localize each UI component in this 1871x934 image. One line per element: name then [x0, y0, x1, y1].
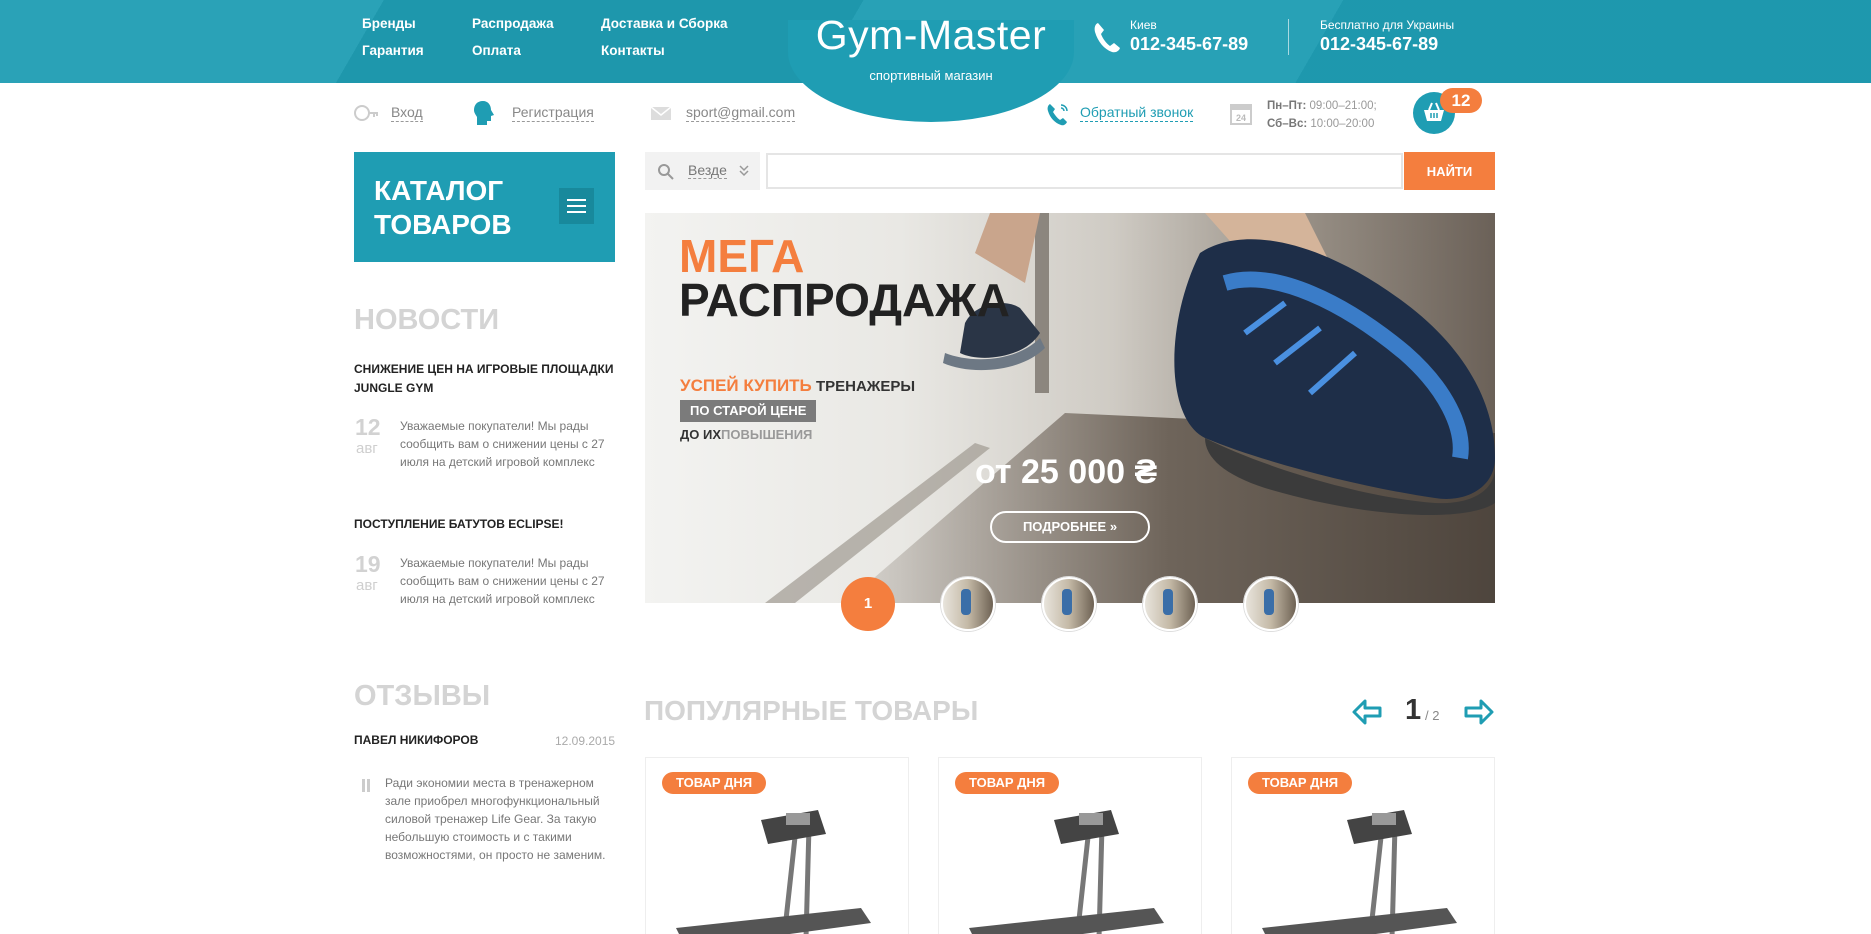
popular-pager: 1 / 2: [1351, 692, 1496, 732]
review-text: Ради экономии места в тренажерном зале п…: [385, 776, 606, 862]
phone-icon: [1094, 23, 1120, 53]
phone-number[interactable]: 012-345-67-89: [1130, 34, 1248, 55]
review-date: 12.09.2015: [555, 734, 616, 748]
nav-delivery[interactable]: Доставка и Сборка: [601, 16, 728, 31]
header-divider: [1288, 19, 1289, 55]
nav-brands[interactable]: Бренды: [362, 16, 416, 31]
banner-sale: РАСПРОДАЖА: [679, 274, 1011, 326]
logo-subtitle: спортивный магазин: [869, 68, 993, 83]
key-icon: [354, 105, 378, 121]
catalog-title: КАТАЛОГ ТОВАРОВ: [374, 175, 512, 240]
news-month: авг: [356, 440, 378, 457]
phone-city: Киев: [1130, 18, 1157, 32]
product-card[interactable]: ТОВАР ДНЯ: [1231, 757, 1495, 934]
news-title: НОВОСТИ: [354, 304, 500, 336]
pager-total: / 2: [1425, 708, 1440, 723]
free-call-label: Бесплатно для Украины: [1320, 18, 1455, 32]
banner-hurry-line: УСПЕЙ КУПИТЬ ТРЕНАЖЕРЫ: [680, 376, 916, 395]
nav-warranty[interactable]: Гарантия: [362, 43, 424, 58]
nav-payment[interactable]: Оплата: [472, 43, 521, 58]
review-author: ПАВЕЛ НИКИФОРОВ: [354, 733, 479, 747]
free-phone-number[interactable]: 012-345-67-89: [1320, 34, 1438, 55]
quote-icon: [362, 779, 371, 792]
user-head-icon: [474, 101, 494, 125]
hamburger-icon[interactable]: [559, 188, 594, 224]
login-link[interactable]: Вход: [391, 104, 423, 122]
search-scope-select[interactable]: Везде: [645, 152, 760, 190]
nav-contacts[interactable]: Контакты: [601, 43, 665, 58]
news-headline[interactable]: СНИЖЕНИЕ ЦЕН НА ИГРОВЫЕ ПЛОЩАДКИ JUNGLE …: [354, 360, 614, 398]
product-card[interactable]: ТОВАР ДНЯ: [645, 757, 909, 934]
reviews-title: ОТЗЫВЫ: [354, 680, 491, 712]
news-day: 12: [355, 414, 381, 440]
news-month: авг: [356, 577, 378, 594]
arrow-right-icon[interactable]: [1463, 698, 1495, 726]
pager-current: 1: [1405, 694, 1422, 726]
search-scope-value: Везде: [688, 162, 727, 179]
news-text: Уважаемые покупатели! Мы рады сообщить в…: [400, 556, 605, 606]
double-chevron-right-icon: »: [1109, 519, 1118, 534]
mail-icon: [650, 106, 672, 120]
search-icon: [658, 164, 674, 180]
banner-old-price-box: ПО СТАРОЙ ЦЕНЕ: [680, 400, 817, 422]
callback-phone-icon: [1047, 104, 1068, 126]
svg-text:24: 24: [1236, 113, 1246, 123]
working-hours: Пн–Пт: 09:00–21:00; Сб–Вс: 10:00–20:00: [1267, 100, 1377, 130]
arrow-left-icon[interactable]: [1351, 698, 1383, 726]
search-button[interactable]: НАЙТИ: [1404, 152, 1495, 190]
slider-thumb[interactable]: [1042, 577, 1096, 631]
treadmill-image: [676, 810, 871, 934]
slider-thumb[interactable]: [1143, 577, 1197, 631]
catalog-menu-button[interactable]: КАТАЛОГ ТОВАРОВ: [354, 152, 615, 262]
banner-more-button[interactable]: ПОДРОБНЕЕ »: [990, 511, 1150, 543]
popular-title: ПОПУЛЯРНЫЕ ТОВАРЫ: [644, 695, 979, 726]
treadmill-image: [1262, 810, 1457, 934]
chevron-down-icon: [739, 165, 749, 177]
news-headline[interactable]: ПОСТУПЛЕНИЕ БАТУТОВ ECLIPSE!: [354, 515, 614, 534]
banner-until-line: ДО ИХПОВЫШЕНИЯ: [680, 427, 813, 442]
logo-title[interactable]: Gym-Master: [790, 12, 1072, 59]
email-link[interactable]: sport@gmail.com: [686, 104, 796, 122]
nav-sale[interactable]: Распродажа: [472, 16, 554, 31]
register-link[interactable]: Регистрация: [512, 104, 594, 122]
treadmill-image: [969, 810, 1164, 934]
callback-link[interactable]: Обратный звонок: [1080, 104, 1194, 122]
news-day: 19: [355, 551, 381, 577]
slider-thumb[interactable]: [941, 577, 995, 631]
news-text: Уважаемые покупатели! Мы рады сообщить в…: [400, 419, 605, 469]
cart-count-badge: 12: [1440, 88, 1482, 113]
promo-banner[interactable]: МЕГА РАСПРОДАЖА УСПЕЙ КУПИТЬ ТРЕНАЖЕРЫ П…: [645, 213, 1495, 603]
product-card[interactable]: ТОВАР ДНЯ: [938, 757, 1202, 934]
calendar-icon: 24: [1230, 104, 1252, 125]
search-input[interactable]: [766, 153, 1403, 189]
banner-price: от 25 000 ₴: [975, 453, 1158, 491]
slider-dot-active[interactable]: 1: [841, 577, 895, 631]
slider-thumb[interactable]: [1244, 577, 1298, 631]
